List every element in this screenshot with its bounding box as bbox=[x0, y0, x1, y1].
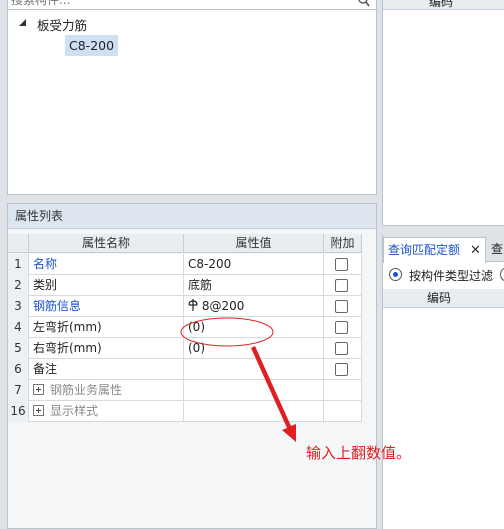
component-tree-panel: 板受力筋 C8-200 bbox=[7, 0, 377, 195]
row-number: 4 bbox=[8, 317, 29, 338]
extra-cell bbox=[324, 359, 362, 380]
row-number: 3 bbox=[8, 296, 29, 317]
row-number: 6 bbox=[8, 359, 29, 380]
row-number: 16 bbox=[8, 401, 29, 422]
row-number: 5 bbox=[8, 338, 29, 359]
property-name: 备注 bbox=[29, 359, 184, 380]
property-value[interactable]: 8@200 bbox=[184, 296, 324, 317]
property-value[interactable]: 底筋 bbox=[184, 275, 324, 296]
filter-radio-next[interactable] bbox=[500, 268, 504, 281]
tree-node-root[interactable]: 板受力筋 bbox=[37, 15, 87, 34]
annotation-text: 输入上翻数值。 bbox=[306, 444, 412, 462]
table-row[interactable]: 4 左弯折(mm) (0) bbox=[8, 317, 362, 338]
table-row[interactable]: 3 钢筋信息 8@200 bbox=[8, 296, 362, 317]
filter-radio-label[interactable]: 按构件类型过滤 bbox=[409, 267, 493, 284]
expand-plus-icon[interactable] bbox=[33, 405, 44, 416]
row-number: 2 bbox=[8, 275, 29, 296]
header-property-name: 属性名称 bbox=[29, 234, 184, 253]
extra-cell bbox=[324, 317, 362, 338]
property-name: 左弯折(mm) bbox=[29, 317, 184, 338]
tab-query-quota-label: 查询匹配定额 bbox=[388, 243, 461, 257]
row-number: 1 bbox=[8, 254, 29, 275]
search-input[interactable] bbox=[11, 0, 341, 7]
extra-checkbox[interactable] bbox=[335, 342, 348, 355]
property-name: 类别 bbox=[29, 275, 184, 296]
extra-checkbox[interactable] bbox=[335, 279, 348, 292]
tree-node-c8-200[interactable]: C8-200 bbox=[65, 35, 119, 56]
property-name: 右弯折(mm) bbox=[29, 338, 184, 359]
property-group[interactable]: 显示样式 bbox=[29, 401, 184, 422]
filter-radio-selected[interactable] bbox=[389, 268, 402, 281]
property-group[interactable]: 钢筋业务属性 bbox=[29, 380, 184, 401]
extra-cell bbox=[324, 338, 362, 359]
group-label: 显示样式 bbox=[50, 404, 99, 418]
group-label: 钢筋业务属性 bbox=[50, 383, 123, 397]
filter-row: 按构件类型过滤 bbox=[383, 263, 504, 287]
code-header-label: 编码 bbox=[429, 0, 454, 9]
extra-cell bbox=[324, 380, 362, 401]
property-name-link[interactable]: 名称 bbox=[29, 254, 184, 275]
tab-next[interactable]: 查 bbox=[491, 240, 503, 257]
header-extra: 附加 bbox=[324, 234, 362, 253]
property-value-left-bend[interactable]: (0) bbox=[184, 317, 324, 338]
extra-cell bbox=[324, 275, 362, 296]
extra-cell bbox=[324, 254, 362, 275]
quota-panel: 查询匹配定额 ✕ 查 按构件类型过滤 编码 bbox=[382, 234, 504, 529]
property-value[interactable]: C8-200 bbox=[184, 254, 324, 275]
rebar-grade-icon bbox=[188, 299, 198, 311]
tab-query-quota[interactable]: 查询匹配定额 ✕ bbox=[383, 237, 486, 263]
extra-cell bbox=[324, 296, 362, 317]
expand-plus-icon[interactable] bbox=[33, 384, 44, 395]
extra-checkbox[interactable] bbox=[335, 300, 348, 313]
quota-code-label: 编码 bbox=[427, 291, 452, 305]
quota-code-header: 编码 bbox=[383, 289, 504, 308]
table-row[interactable]: 7 钢筋业务属性 bbox=[8, 380, 362, 401]
header-number bbox=[8, 234, 29, 253]
row-number: 7 bbox=[8, 380, 29, 401]
rebar-info-value: 8@200 bbox=[198, 299, 245, 313]
right-top-panel: 编码 bbox=[382, 0, 504, 226]
property-name-link[interactable]: 钢筋信息 bbox=[29, 296, 184, 317]
property-value bbox=[184, 380, 324, 401]
table-row[interactable]: 5 右弯折(mm) (0) bbox=[8, 338, 362, 359]
collapse-triangle-icon[interactable] bbox=[18, 18, 28, 28]
table-row[interactable]: 6 备注 bbox=[8, 359, 362, 380]
extra-checkbox[interactable] bbox=[335, 258, 348, 271]
header-property-value: 属性值 bbox=[184, 234, 324, 253]
extra-checkbox[interactable] bbox=[335, 363, 348, 376]
tab-bar: 查询匹配定额 ✕ 查 bbox=[383, 234, 504, 263]
search-bar bbox=[8, 0, 376, 10]
property-list-title: 属性列表 bbox=[8, 204, 376, 229]
close-icon[interactable]: ✕ bbox=[470, 238, 481, 263]
property-value bbox=[184, 401, 324, 422]
property-value[interactable] bbox=[184, 359, 324, 380]
table-row[interactable]: 2 类别 底筋 bbox=[8, 275, 362, 296]
table-row[interactable]: 16 显示样式 bbox=[8, 401, 362, 422]
property-value-right-bend[interactable]: (0) bbox=[184, 338, 324, 359]
code-column-header: 编码 bbox=[383, 0, 504, 10]
extra-cell bbox=[324, 401, 362, 422]
property-list-panel: 属性列表 属性名称 属性值 附加 1 名称 C8-200 2 类别 底筋 3 钢… bbox=[7, 203, 377, 529]
extra-checkbox[interactable] bbox=[335, 321, 348, 334]
search-icon[interactable] bbox=[358, 0, 370, 8]
table-row[interactable]: 1 名称 C8-200 bbox=[8, 254, 362, 275]
